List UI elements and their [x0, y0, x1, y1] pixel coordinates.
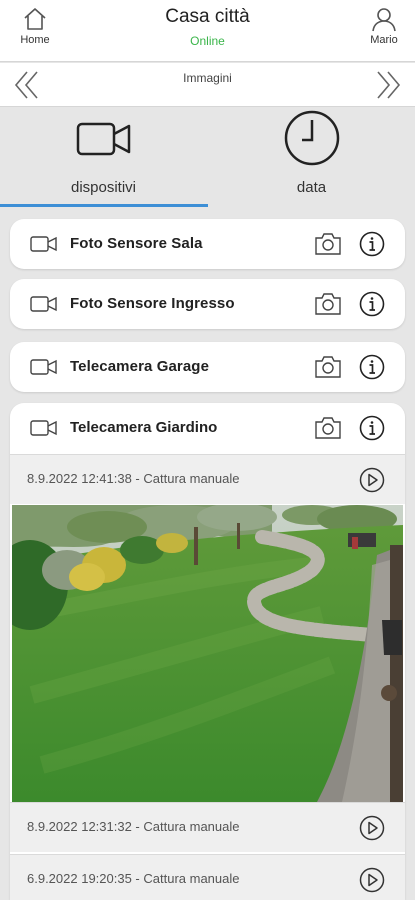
play-icon[interactable] [359, 467, 385, 493]
snapshot-icon[interactable] [313, 354, 343, 380]
app-header: Home Casa città Online Mario [0, 0, 415, 62]
camera-icon [30, 420, 57, 436]
view-tabs: dispositivi data [0, 108, 415, 208]
section-title: Immagini [183, 71, 232, 85]
capture-row[interactable]: 8.9.2022 12:31:32 - Cattura manuale [10, 802, 405, 852]
tab-label-data: data [296, 179, 327, 196]
camera-icon [30, 236, 57, 252]
video-camera-icon [76, 122, 130, 156]
device-name: Foto Sensore Ingresso [70, 295, 235, 312]
device-name: Telecamera Giardino [70, 419, 218, 436]
tab-data[interactable]: data [208, 108, 415, 208]
device-card[interactable]: Telecamera Garage [10, 342, 405, 392]
site-title: Casa città [165, 6, 250, 27]
user-button[interactable]: Mario [356, 6, 412, 46]
capture-row[interactable]: 6.9.2022 19:20:35 - Cattura manuale [10, 854, 405, 900]
device-name: Foto Sensore Sala [70, 235, 203, 252]
device-card-expanded: Telecamera Giardino 8.9.2022 12:41:38 - … [10, 403, 405, 900]
info-icon[interactable] [359, 415, 385, 441]
tab-dispositivi[interactable]: dispositivi [0, 108, 207, 208]
info-icon[interactable] [359, 231, 385, 257]
active-tab-indicator [0, 204, 208, 207]
info-icon[interactable] [359, 354, 385, 380]
device-card[interactable]: Foto Sensore Sala [10, 219, 405, 269]
user-icon [372, 8, 396, 32]
device-card-header[interactable]: Telecamera Giardino [10, 403, 405, 453]
capture-label: 8.9.2022 12:41:38 - Cattura manuale [27, 471, 240, 486]
chevron-right-icon[interactable] [373, 69, 403, 101]
capture-label: 8.9.2022 12:31:32 - Cattura manuale [27, 819, 240, 834]
capture-row[interactable]: 8.9.2022 12:41:38 - Cattura manuale [10, 454, 405, 504]
tab-label-dispositivi: dispositivi [70, 179, 137, 196]
capture-label: 6.9.2022 19:20:35 - Cattura manuale [27, 871, 240, 886]
device-name: Telecamera Garage [70, 358, 210, 375]
user-label: Mario [370, 34, 398, 46]
device-card[interactable]: Foto Sensore Ingresso [10, 279, 405, 329]
capture-image[interactable] [12, 505, 403, 802]
section-bar: Immagini [0, 63, 415, 107]
connection-status: Online [190, 34, 225, 48]
snapshot-icon[interactable] [313, 231, 343, 257]
camera-icon [30, 359, 57, 375]
snapshot-icon[interactable] [313, 291, 343, 317]
play-icon[interactable] [359, 867, 385, 893]
snapshot-icon[interactable] [313, 415, 343, 441]
info-icon[interactable] [359, 291, 385, 317]
clock-icon [284, 110, 339, 166]
play-icon[interactable] [359, 815, 385, 841]
camera-icon [30, 296, 57, 312]
